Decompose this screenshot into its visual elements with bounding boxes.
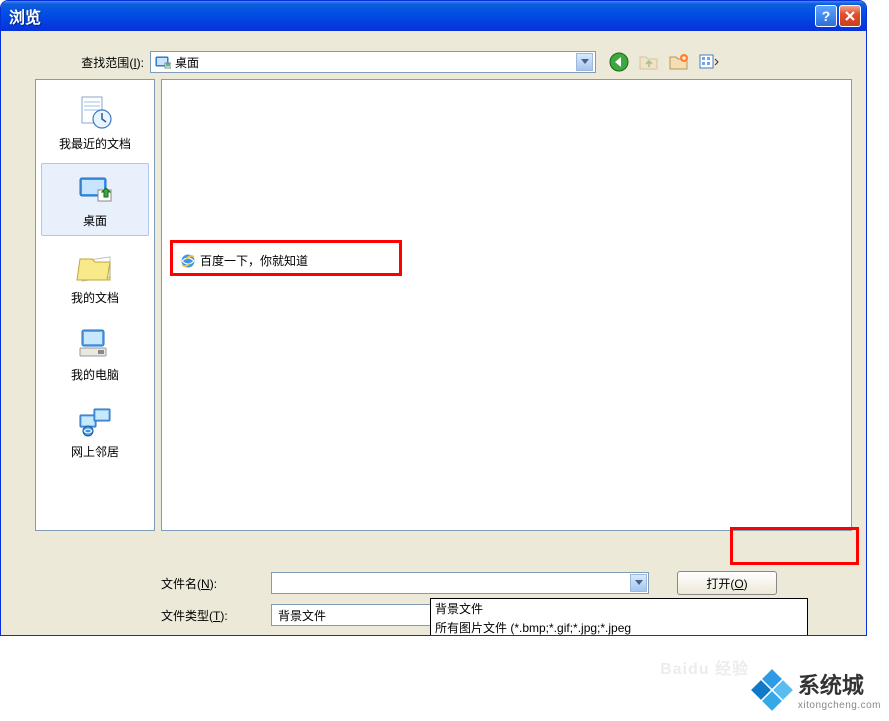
network-icon — [76, 401, 114, 439]
filetype-option[interactable]: 背景文件 — [431, 599, 807, 618]
recent-docs-icon — [76, 93, 114, 131]
bottom-section: 文件名(N): 打开(O) 文件类型(T): 背景文件 — [161, 571, 852, 635]
baidu-watermark: Baidu 经验 — [660, 655, 749, 679]
places-mycomputer[interactable]: 我的电脑 — [41, 317, 149, 390]
places-mydocs[interactable]: 我的文档 — [41, 240, 149, 313]
browse-dialog: 浏览 ? 查找范围(I): 桌面 — [0, 0, 867, 636]
dialog-body: 查找范围(I): 桌面 — [1, 31, 866, 635]
back-icon — [609, 52, 629, 72]
new-folder-button[interactable] — [668, 51, 690, 73]
desktop-icon — [155, 54, 171, 70]
filetype-dropdown-list[interactable]: 背景文件 所有图片文件 (*.bmp;*.gif;*.jpg;*.jpeg HT… — [430, 598, 808, 636]
places-bar: 我最近的文档 桌面 我的文档 我的电脑 网上邻居 — [35, 79, 155, 531]
window-title: 浏览 — [9, 4, 813, 28]
ie-icon — [180, 253, 196, 269]
chevron-down-icon — [635, 580, 643, 586]
chevron-down-icon — [581, 59, 589, 65]
close-button[interactable] — [839, 5, 861, 27]
filename-row: 文件名(N): 打开(O) — [161, 571, 852, 595]
look-in-row: 查找范围(I): 桌面 — [35, 51, 852, 73]
places-recent[interactable]: 我最近的文档 — [41, 86, 149, 159]
file-item[interactable]: 百度一下，你就知道 — [180, 252, 308, 269]
view-icon — [699, 53, 719, 71]
look-in-label: 查找范围(I): — [35, 54, 150, 71]
desktop-icon — [76, 170, 114, 208]
filename-input[interactable] — [271, 572, 649, 594]
highlight-open-button — [730, 527, 859, 565]
new-folder-icon — [669, 53, 689, 71]
watermark-logo-icon — [754, 672, 790, 708]
filetype-option[interactable]: 所有图片文件 (*.bmp;*.gif;*.jpg;*.jpeg — [431, 618, 807, 636]
main-row: 我最近的文档 桌面 我的文档 我的电脑 网上邻居 — [15, 79, 852, 531]
places-network[interactable]: 网上邻居 — [41, 394, 149, 467]
filename-dropdown-arrow[interactable] — [630, 574, 647, 592]
places-desktop[interactable]: 桌面 — [41, 163, 149, 236]
watermark-url: xitongcheng.com — [798, 700, 881, 711]
filename-label: 文件名(N): — [161, 575, 271, 592]
filetype-label: 文件类型(T): — [161, 607, 271, 624]
file-list[interactable]: 百度一下，你就知道 — [161, 79, 852, 531]
watermark-title: 系统城 — [798, 668, 864, 700]
look-in-value: 桌面 — [175, 54, 199, 71]
close-icon — [844, 10, 856, 22]
site-watermark: 系统城 xitongcheng.com — [754, 668, 881, 711]
toolbar — [608, 51, 720, 73]
titlebar[interactable]: 浏览 ? — [1, 1, 866, 31]
back-button[interactable] — [608, 51, 630, 73]
mydocs-icon — [76, 247, 114, 285]
look-in-combo[interactable]: 桌面 — [150, 51, 596, 73]
help-button[interactable]: ? — [815, 5, 837, 27]
view-menu-button[interactable] — [698, 51, 720, 73]
file-item-label: 百度一下，你就知道 — [200, 252, 308, 269]
open-button[interactable]: 打开(O) — [677, 571, 777, 595]
look-in-dropdown-arrow[interactable] — [576, 53, 593, 71]
mycomputer-icon — [76, 324, 114, 362]
up-one-level-button[interactable] — [638, 51, 660, 73]
folder-up-icon — [639, 53, 659, 71]
